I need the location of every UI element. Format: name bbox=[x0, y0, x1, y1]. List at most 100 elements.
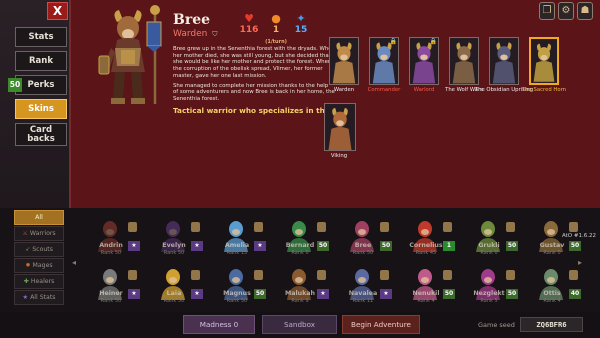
filter-warriors-button[interactable]: ⚔ Warriors bbox=[14, 226, 64, 241]
begin-adventure-button[interactable]: Begin Adventure bbox=[342, 315, 420, 334]
hero-energy-stat: ✦ 15 bbox=[286, 13, 316, 36]
skin-label: Viking bbox=[330, 153, 348, 159]
skin-card[interactable]: 🔒 bbox=[409, 37, 439, 85]
hero-card-rank: Rank 0 bbox=[543, 250, 561, 256]
hero-card[interactable]: 50 Magnus Rank 50 bbox=[214, 262, 268, 310]
hero-card[interactable]: ★ Laia Rank 50 bbox=[151, 262, 205, 310]
hero-card[interactable]: ★ Andrin Rank 50 bbox=[88, 214, 142, 262]
sandbox-button[interactable]: Sandbox bbox=[262, 315, 337, 334]
hero-card[interactable]: 50 Bree Rank 50 bbox=[340, 214, 394, 262]
scroll-icon bbox=[443, 270, 452, 280]
hero-detail-panel: X Stats Rank 50 Perks Skins Card backs B… bbox=[0, 0, 600, 208]
filter-healers-button[interactable]: ✚ Healers bbox=[14, 274, 64, 289]
hero-card[interactable]: ★ Malukah Rank 9 bbox=[277, 262, 331, 310]
hero-card[interactable]: 40 Ottis Rank 4 bbox=[529, 262, 583, 310]
hero-card-rank: Rank 50 bbox=[100, 250, 122, 256]
version-label: AtO #1.6.22 bbox=[561, 233, 596, 239]
hero-card[interactable]: ★ Evelyn Rank 50 bbox=[151, 214, 205, 262]
hero-energy-value: 15 bbox=[294, 25, 308, 35]
game-seed-field[interactable]: ZQ6BFR6 bbox=[520, 317, 583, 332]
party-icon[interactable]: ☗ bbox=[577, 2, 593, 20]
hero-card-rank: Rank 45 bbox=[415, 250, 437, 256]
menu-cardbacks-button[interactable]: Card backs bbox=[15, 123, 67, 146]
filter-all-button[interactable]: All bbox=[14, 210, 64, 225]
hero-speed-unit: (1/turn) bbox=[265, 39, 287, 45]
hero-card-rank: Rank 9 bbox=[291, 298, 309, 304]
hero-card[interactable]: 50 Nezglekt Rank 5 bbox=[466, 262, 520, 310]
menu-cardbacks-label-line: backs bbox=[27, 134, 55, 144]
hero-card-rank: Rank 11 bbox=[352, 298, 374, 304]
skin-portrait bbox=[531, 40, 557, 82]
hero-card-name: Magnus bbox=[223, 290, 251, 297]
settings-icon[interactable]: ⚙ bbox=[558, 2, 574, 20]
hero-card[interactable]: 1 Cornelius Rank 45 bbox=[403, 214, 457, 262]
skin-label: The Sacred Horn bbox=[521, 87, 567, 93]
menu-perks-label: Perks bbox=[27, 80, 55, 90]
hero-card-name: Ottis bbox=[543, 290, 561, 297]
close-button[interactable]: X bbox=[47, 2, 68, 20]
hero-selection-panel: All ⚔ Warriors ➶ Scouts ✹ Mages ✚ Healers ★ All St… bbox=[0, 208, 600, 338]
skin-card[interactable] bbox=[329, 37, 359, 85]
hero-card-rank: Rank 4 bbox=[543, 298, 561, 304]
scroll-icon bbox=[128, 222, 137, 232]
scroll-left-icon[interactable]: ◂ bbox=[72, 258, 78, 267]
scroll-icon bbox=[380, 222, 389, 232]
hero-name: Bree bbox=[173, 12, 211, 28]
hero-card-name: Amelia bbox=[224, 242, 250, 249]
game-seed-label: Game seed bbox=[478, 321, 515, 329]
scroll-icon bbox=[317, 270, 326, 280]
scroll-icon bbox=[254, 270, 263, 280]
hero-card-name: Bree bbox=[354, 242, 372, 249]
filter-all-stats-button[interactable]: ★ All Stats bbox=[14, 290, 64, 305]
lock-icon: 🔒 bbox=[389, 38, 397, 45]
skin-portrait bbox=[330, 38, 358, 84]
hero-card-rank: Rank 15 bbox=[226, 250, 248, 256]
skin-portrait bbox=[490, 38, 518, 84]
book-icon[interactable]: ❐ bbox=[539, 2, 555, 20]
filter-label: All Stats bbox=[30, 294, 56, 301]
scroll-icon bbox=[128, 270, 137, 280]
skin-card[interactable] bbox=[489, 37, 519, 85]
scroll-icon bbox=[569, 270, 578, 280]
hero-card[interactable]: ★ Amelia Rank 15 bbox=[214, 214, 268, 262]
skin-portrait bbox=[325, 104, 355, 150]
skin-card[interactable] bbox=[324, 103, 356, 151]
menu-skins-button[interactable]: Skins bbox=[15, 99, 67, 119]
hero-card-name: Navalea bbox=[348, 290, 378, 297]
hero-card[interactable]: ★ Navalea Rank 11 bbox=[340, 262, 394, 310]
hero-card-name: Nenukil bbox=[412, 290, 440, 297]
hero-description-p2: She managed to complete her mission than… bbox=[173, 82, 335, 102]
hero-card-name: Malukah bbox=[284, 290, 316, 297]
menu-stats-button[interactable]: Stats bbox=[15, 27, 67, 47]
hero-card[interactable]: 50 Nenukil Rank 4 bbox=[403, 262, 457, 310]
skin-card[interactable]: 🔒 bbox=[369, 37, 399, 85]
menu-perks-button[interactable]: 50 Perks bbox=[8, 75, 67, 95]
hero-card-name: Laia bbox=[166, 290, 182, 297]
energy-icon: ✦ bbox=[296, 12, 306, 25]
skin-card[interactable] bbox=[449, 37, 479, 85]
hero-card-name: Andrin bbox=[99, 242, 123, 249]
hero-card-rank: Rank 50 bbox=[100, 298, 122, 304]
scroll-icon bbox=[506, 270, 515, 280]
hero-card[interactable]: ★ Heiner Rank 50 bbox=[88, 262, 142, 310]
scroll-icon bbox=[380, 270, 389, 280]
hero-card[interactable]: 50 Bernard Rank 0 bbox=[277, 214, 331, 262]
skin-portrait bbox=[450, 38, 478, 84]
filter-mages-button[interactable]: ✹ Mages bbox=[14, 258, 64, 273]
heart-icon: ♥ bbox=[244, 12, 254, 25]
hero-class-label: Warden bbox=[173, 29, 208, 39]
menu-rank-button[interactable]: Rank bbox=[15, 51, 67, 71]
hero-card-rank: Rank 5 bbox=[480, 298, 498, 304]
bottom-action-bar: Madness 0 Sandbox Begin Adventure Game s… bbox=[0, 312, 600, 338]
skin-card[interactable] bbox=[529, 37, 559, 85]
filter-label: Healers bbox=[30, 278, 55, 285]
hero-card[interactable]: 50 Grukli Rank 0 bbox=[466, 214, 520, 262]
hero-card-rank: Rank 0 bbox=[291, 250, 309, 256]
bow-icon: ➶ bbox=[25, 246, 31, 253]
hero-card-name: Gustav bbox=[539, 242, 565, 249]
hero-menu: Stats Rank 50 Perks Skins Card backs bbox=[8, 27, 67, 150]
filter-scouts-button[interactable]: ➶ Scouts bbox=[14, 242, 64, 257]
hero-card-name: Bernard bbox=[285, 242, 315, 249]
scroll-icon bbox=[191, 270, 200, 280]
madness-button[interactable]: Madness 0 bbox=[183, 315, 255, 334]
